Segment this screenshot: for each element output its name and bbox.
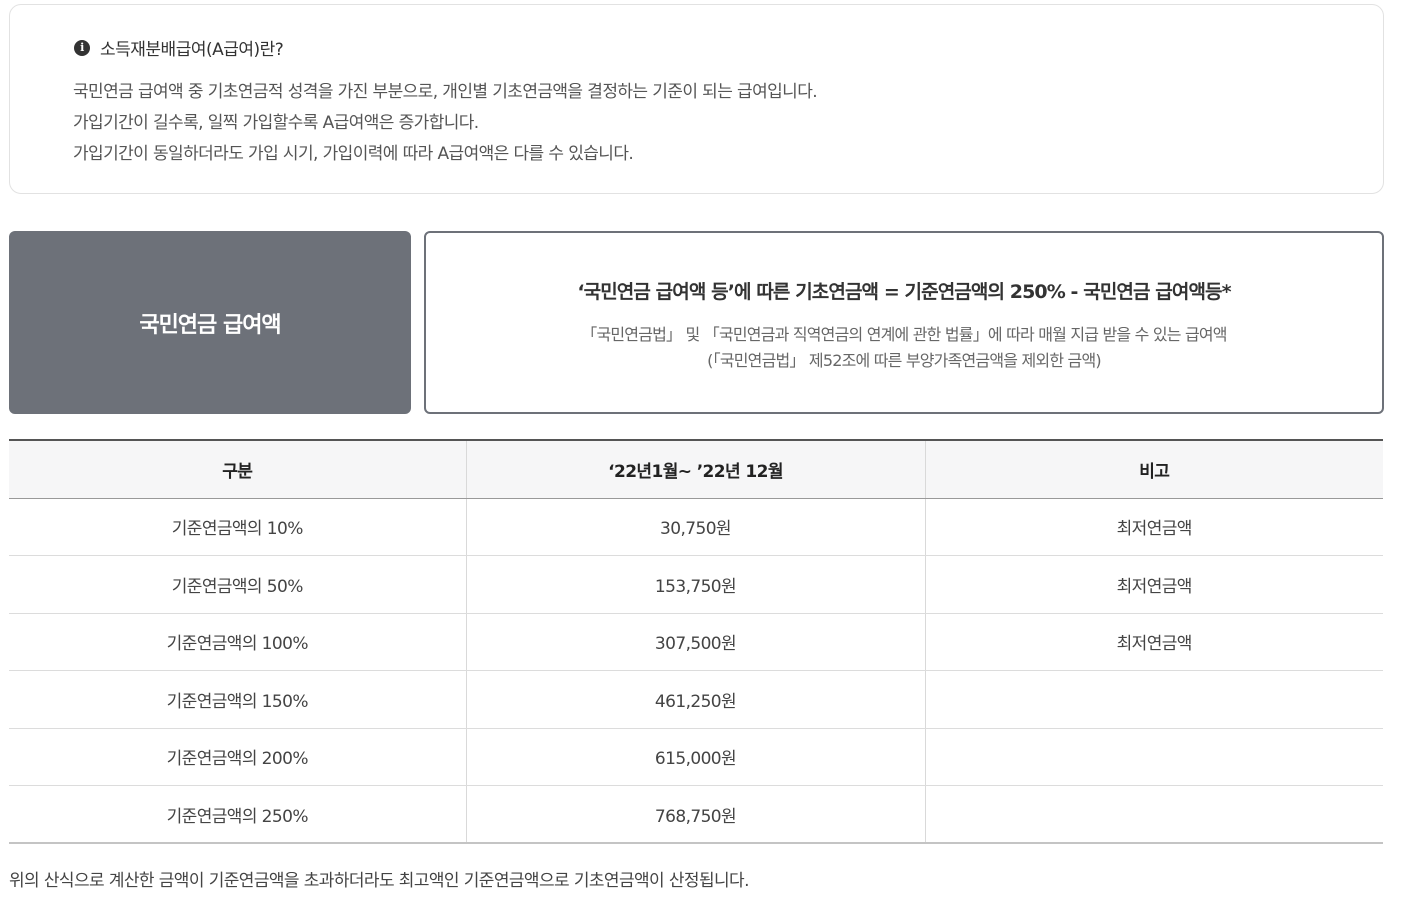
cell-category: 기준연금액의 50% [9,555,466,614]
header-period: ‘22년1월~ ’22년 12월 [465,439,925,499]
cell-remark: 최저연금액 [924,498,1383,556]
table-row: 기준연금액의 250% 768,750원 [9,785,1383,844]
cell-amount: 153,750원 [465,555,925,614]
info-line: 가입기간이 동일하더라도 가입 시기, 가입이력에 따라 A급여액은 다를 수 … [73,144,634,164]
cell-amount: 307,500원 [465,613,925,671]
cell-remark: 최저연금액 [924,555,1383,614]
pension-benefit-card: 국민연금 급여액 [9,231,411,414]
cell-category: 기준연금액의 100% [9,613,466,671]
info-title-text: 소득재분배급여(A급여)란? [100,40,284,60]
cell-remark: 최저연금액 [924,613,1383,671]
info-icon: i [74,39,90,56]
footnote: 위의 산식으로 계산한 금액이 기준연금액을 초과하더라도 최고액인 기준연금액… [9,871,749,891]
cell-remark [924,728,1383,786]
cell-amount: 615,000원 [465,728,925,786]
header-remarks: 비고 [924,439,1383,499]
info-box: i 소득재분배급여(A급여)란? 국민연금 급여액 중 기초연금적 성격을 가진… [9,4,1384,194]
table-row: 기준연금액의 150% 461,250원 [9,670,1383,729]
info-line: 가입기간이 길수록, 일찍 가입할수록 A급여액은 증가합니다. [73,113,479,133]
info-title: i 소득재분배급여(A급여)란? [74,35,284,60]
formula-card: ‘국민연금 급여액 등’에 따른 기초연금액 = 기준연금액의 250% - 국… [424,231,1384,414]
table-row: 기준연금액의 200% 615,000원 [9,728,1383,786]
cell-category: 기준연금액의 150% [9,670,466,729]
header-category: 구분 [9,439,466,499]
cell-category: 기준연금액의 200% [9,728,466,786]
cell-amount: 461,250원 [465,670,925,729]
cell-amount: 30,750원 [465,498,925,556]
table-row: 기준연금액의 50% 153,750원 최저연금액 [9,555,1383,614]
cell-remark [924,785,1383,844]
formula-exclusion-note: (「국민연금법」 제52조에 따른 부양가족연금액을 제외한 금액) [707,351,1101,370]
table-row: 기준연금액의 10% 30,750원 최저연금액 [9,498,1383,556]
table-header-row: 구분 ‘22년1월~ ’22년 12월 비고 [9,439,1383,499]
info-line: 국민연금 급여액 중 기초연금적 성격을 가진 부분으로, 개인별 기초연금액을… [73,82,818,102]
formula-description: 「국민연금법」 및 「국민연금과 직역연금의 연계에 관한 법률」에 따라 매월… [581,325,1227,344]
pension-benefit-label: 국민연금 급여액 [139,312,281,338]
cell-amount: 768,750원 [465,785,925,844]
formula-text: ‘국민연금 급여액 등’에 따른 기초연금액 = 기준연금액의 250% - 국… [577,281,1231,303]
cell-category: 기준연금액의 250% [9,785,466,844]
table-row: 기준연금액의 100% 307,500원 최저연금액 [9,613,1383,671]
info-description: 국민연금 급여액 중 기초연금적 성격을 가진 부분으로, 개인별 기초연금액을… [73,77,818,170]
cell-remark [924,670,1383,729]
benefit-table: 구분 ‘22년1월~ ’22년 12월 비고 기준연금액의 10% 30,750… [9,439,1383,844]
cell-category: 기준연금액의 10% [9,498,466,556]
